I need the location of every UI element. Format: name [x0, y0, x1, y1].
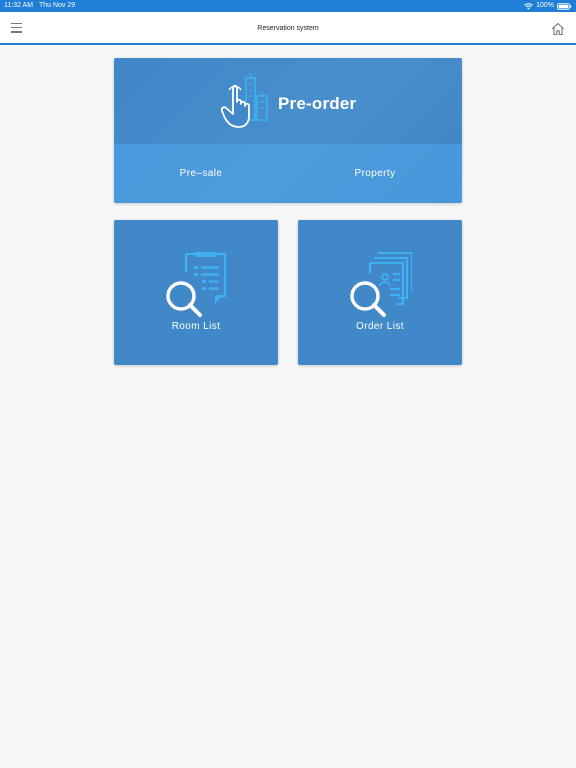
documents-search-icon [348, 252, 413, 318]
room-list-label: Room List [171, 321, 221, 332]
page-title: Reservation system [257, 25, 319, 32]
home-icon[interactable] [551, 22, 565, 36]
pre-sale-button[interactable]: Pre–sale [114, 144, 288, 203]
order-list-label: Order List [356, 321, 404, 332]
status-right: 100% [524, 0, 572, 12]
room-list-tile[interactable]: Room List [114, 220, 278, 365]
pre-order-actions: Pre–sale Property [114, 144, 462, 203]
pre-order-card[interactable]: Pre-order Pre–sale Property [114, 58, 462, 203]
order-list-tile[interactable]: Order List [298, 220, 462, 365]
battery-percent: 100% [536, 2, 554, 9]
status-time: 11:32 AM [4, 2, 34, 9]
wifi-icon [524, 2, 533, 10]
nav-bar: Reservation system [0, 12, 576, 45]
pre-order-title: Pre-order [278, 94, 357, 113]
hand-buildings-icon [220, 72, 272, 130]
property-button[interactable]: Property [288, 144, 462, 203]
battery-icon [557, 2, 572, 10]
pre-order-header[interactable]: Pre-order [114, 58, 462, 144]
status-date: Thu Nov 29 [39, 2, 76, 9]
status-bar: 11:32 AM Thu Nov 29 100% [0, 0, 576, 12]
document-search-icon [164, 252, 228, 318]
